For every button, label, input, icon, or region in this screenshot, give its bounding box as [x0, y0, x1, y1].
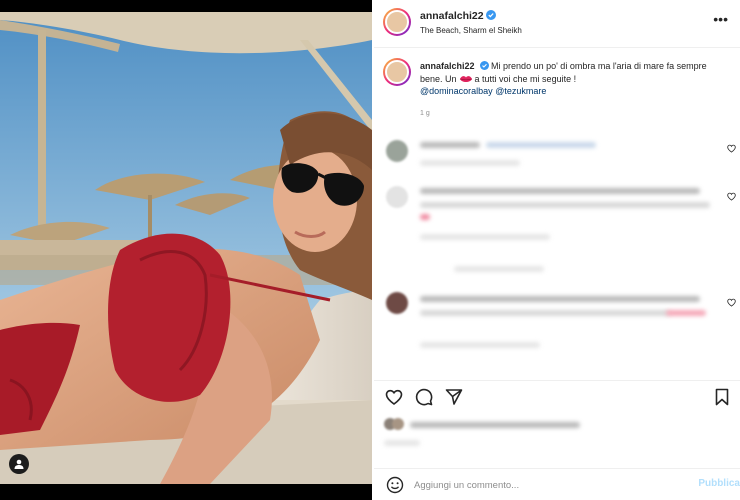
comment-blurred-text: [420, 142, 480, 148]
location-link[interactable]: The Beach, Sharm el Sheikh: [420, 26, 522, 35]
comment-blurred-text: [420, 214, 430, 220]
comment-blurred-text: [666, 310, 706, 316]
post-time: 1 g: [420, 110, 430, 117]
mention-link[interactable]: @tezukmare: [495, 86, 546, 96]
user-tag-icon: [14, 459, 24, 469]
comment-blurred-text: [420, 296, 700, 302]
more-options-icon[interactable]: •••: [713, 12, 728, 26]
comment-blurred-text: [486, 142, 596, 148]
post-header: annafalchi22 The Beach, Sharm el Sheikh …: [374, 0, 740, 48]
comment-input[interactable]: [414, 475, 674, 495]
bookmark-icon[interactable]: [712, 387, 732, 407]
likes-blurred-text: [410, 422, 580, 428]
post-side-panel: annafalchi22 The Beach, Sharm el Sheikh …: [374, 0, 740, 500]
header-username-text[interactable]: annafalchi22: [420, 10, 484, 22]
user-tag-button[interactable]: [9, 454, 29, 474]
header-username[interactable]: annafalchi22: [420, 10, 496, 22]
smiley-icon[interactable]: [386, 476, 404, 494]
comment-like-icon[interactable]: [727, 144, 736, 153]
comment-blurred-meta: [420, 342, 540, 348]
comment-blurred-meta: [420, 234, 550, 240]
action-bar: [374, 380, 740, 410]
likes-summary-blurred[interactable]: [384, 418, 584, 432]
caption-part-2: a tutti voi che mi seguite !: [474, 73, 577, 84]
comment-blurred-meta: [420, 160, 520, 166]
comment-avatar[interactable]: [386, 186, 408, 208]
comment-avatar[interactable]: [386, 140, 408, 162]
comment-like-icon[interactable]: [727, 298, 736, 307]
add-comment-bar: Pubblica: [374, 468, 740, 500]
comment-blurred-text: [420, 188, 700, 194]
verified-badge-icon: [479, 61, 489, 70]
paper-plane-icon[interactable]: [444, 387, 464, 407]
avatar[interactable]: [383, 58, 411, 86]
kiss-lips-icon: [459, 75, 472, 82]
view-replies-blurred[interactable]: [454, 266, 544, 272]
mention-link[interactable]: @dominacoralbay: [420, 86, 493, 96]
comment-blurred-text: [420, 202, 710, 208]
publish-button[interactable]: Pubblica: [698, 478, 740, 489]
verified-badge-icon: [485, 10, 496, 20]
liker-avatar: [392, 418, 404, 430]
post-date-blurred: [384, 440, 420, 446]
caption-text: annafalchi22 Mi prendo un po' di ombra m…: [420, 60, 720, 98]
comment-icon[interactable]: [414, 387, 434, 407]
comments-list: [374, 130, 740, 375]
post-photo-pane: [0, 0, 372, 500]
comment-blurred-text: [420, 310, 670, 316]
comment-avatar[interactable]: [386, 292, 408, 314]
post-photo: [0, 0, 372, 500]
caption-username[interactable]: annafalchi22: [420, 61, 475, 71]
comment-like-icon[interactable]: [727, 192, 736, 201]
heart-icon[interactable]: [384, 387, 404, 407]
avatar[interactable]: [383, 8, 411, 36]
